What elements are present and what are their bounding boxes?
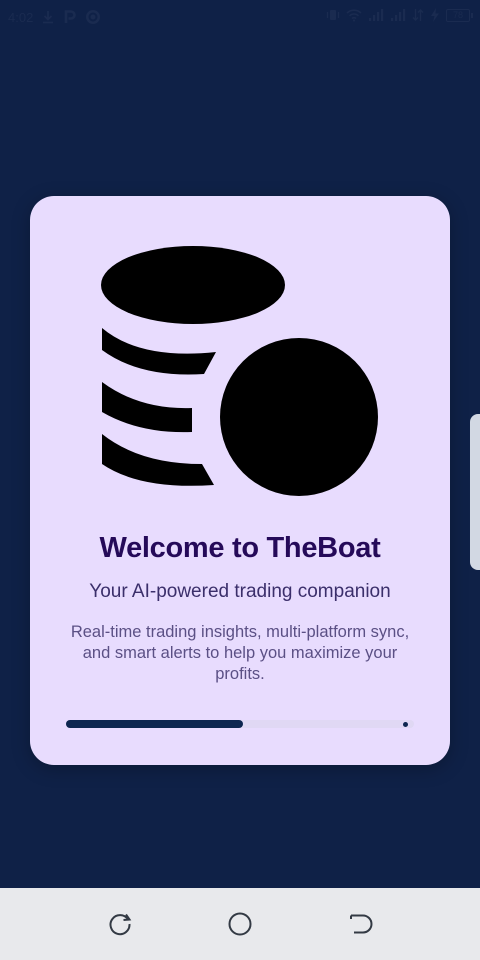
welcome-subtitle: Your AI-powered trading companion <box>89 581 391 602</box>
coins-icon <box>101 246 378 496</box>
vibrate-icon <box>326 10 340 20</box>
home-icon[interactable] <box>226 910 254 938</box>
edge-panel-handle[interactable] <box>470 414 480 570</box>
signal-icon <box>391 9 406 21</box>
back-icon[interactable] <box>346 910 374 938</box>
data-icon <box>412 9 424 21</box>
welcome-title: Welcome to TheBoat <box>99 532 381 564</box>
recent-apps-icon[interactable] <box>106 910 134 938</box>
circle-app-icon <box>86 10 101 24</box>
status-bar: 4:02 78 <box>0 0 480 36</box>
onboarding-card: Welcome to TheBoat Your AI-powered tradi… <box>30 196 450 765</box>
p-app-icon <box>65 10 77 23</box>
navigation-bar <box>0 888 480 960</box>
welcome-description: Real-time trading insights, multi-platfo… <box>70 623 410 683</box>
status-right: 78 <box>326 8 473 22</box>
charging-icon <box>431 8 439 22</box>
status-time: 4:02 <box>8 9 34 25</box>
onboarding-progress <box>66 720 414 728</box>
download-icon <box>43 11 54 24</box>
battery-icon: 78 <box>446 8 473 22</box>
status-left: 4:02 <box>8 9 101 25</box>
wifi-icon <box>346 9 362 22</box>
progress-fill <box>66 720 244 728</box>
signal-icon <box>369 9 384 21</box>
progress-end-dot <box>403 721 408 727</box>
